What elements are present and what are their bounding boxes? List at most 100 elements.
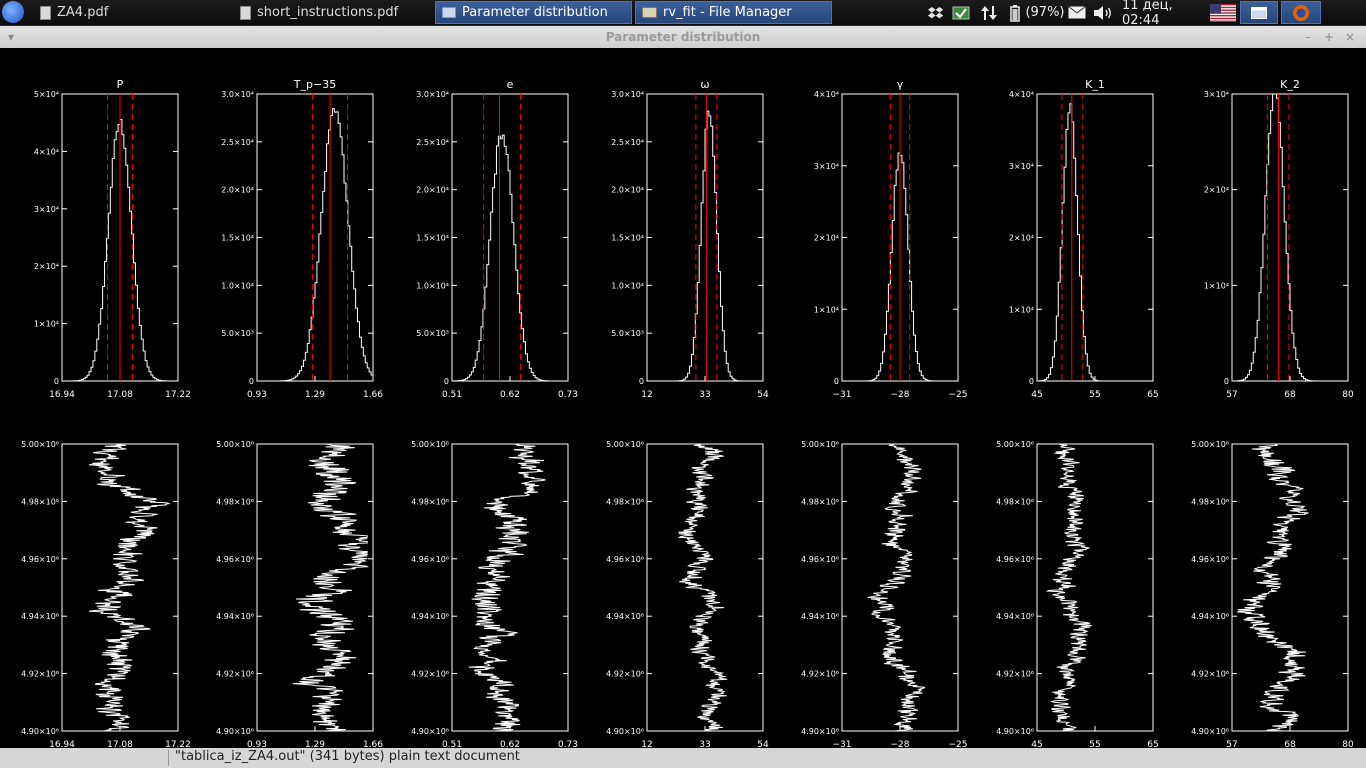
x-tick-label: 80 bbox=[1342, 390, 1354, 400]
histogram-title: P bbox=[117, 78, 124, 91]
y-tick-label: 1.0×10⁴ bbox=[221, 281, 254, 290]
window-title: Parameter distribution bbox=[605, 30, 761, 44]
mail-icon[interactable] bbox=[1066, 1, 1088, 24]
y-tick-label: 0 bbox=[444, 377, 449, 386]
trace-frame bbox=[841, 443, 959, 732]
x-tick-label: −31 bbox=[833, 390, 852, 400]
trace-x-tick-label: −28 bbox=[891, 740, 910, 748]
clock[interactable]: 11 дец, 02:44 bbox=[1122, 0, 1208, 28]
trace-x-tick-label: 0.93 bbox=[247, 740, 267, 748]
y-tick-label: 0 bbox=[1029, 377, 1034, 386]
x-tick-label: −28 bbox=[891, 390, 910, 400]
window-titlebar[interactable]: ▾ Parameter distribution – + × bbox=[0, 26, 1366, 48]
x-tick-label: 33 bbox=[699, 390, 710, 400]
trace-y-tick-label: 4.98×10⁶ bbox=[996, 497, 1034, 506]
trace-y-tick-label: 4.90×10⁶ bbox=[801, 727, 839, 736]
trace-y-tick-label: 4.90×10⁶ bbox=[606, 727, 644, 736]
trace-x-tick-label: 17.08 bbox=[107, 740, 133, 748]
update-manager-icon[interactable] bbox=[950, 1, 972, 24]
trace-x-tick-label: 33 bbox=[699, 740, 710, 748]
trace-y-tick-label: 5.00×10⁶ bbox=[216, 440, 254, 449]
y-tick-label: 0 bbox=[1224, 377, 1229, 386]
network-icon[interactable] bbox=[978, 1, 1000, 24]
histogram-title: K_1 bbox=[1085, 78, 1105, 91]
trace-y-tick-label: 4.94×10⁶ bbox=[606, 612, 644, 621]
y-tick-label: 3×10⁴ bbox=[1009, 162, 1034, 171]
start-menu-icon[interactable] bbox=[2, 1, 24, 23]
y-tick-label: 1.5×10⁴ bbox=[416, 234, 449, 243]
y-tick-label: 1.0×10⁴ bbox=[611, 281, 644, 290]
trace-y-tick-label: 4.90×10⁶ bbox=[21, 727, 59, 736]
firefox-icon[interactable] bbox=[1281, 1, 1321, 24]
window-menu-button[interactable]: ▾ bbox=[8, 26, 14, 48]
trace-y-tick-label: 4.94×10⁶ bbox=[21, 612, 59, 621]
trace-x-tick-label: 16.94 bbox=[49, 740, 75, 748]
x-tick-label: −25 bbox=[949, 390, 968, 400]
dropbox-icon[interactable] bbox=[926, 1, 946, 24]
trace-y-tick-label: 5.00×10⁶ bbox=[411, 440, 449, 449]
x-tick-label: 0.51 bbox=[442, 390, 462, 400]
trace-y-tick-label: 4.96×10⁶ bbox=[606, 555, 644, 564]
x-tick-label: 57 bbox=[1226, 390, 1237, 400]
taskbar-item-za4[interactable]: ZA4.pdf bbox=[34, 1, 230, 24]
keyboard-layout-flag-icon[interactable] bbox=[1209, 1, 1237, 24]
x-tick-label: 1.29 bbox=[305, 390, 325, 400]
y-tick-label: 4×10⁴ bbox=[1009, 90, 1034, 99]
trace-frame bbox=[256, 443, 374, 732]
x-tick-label: 54 bbox=[757, 390, 769, 400]
trace-y-tick-label: 4.94×10⁶ bbox=[1191, 612, 1229, 621]
histogram-title: γ bbox=[897, 78, 904, 91]
trace-line bbox=[292, 443, 369, 732]
plot-canvas: P 0 1×10⁴ 2×10⁴ 3×10⁴ 4×10⁴ 5×10⁴ 16.94 17.08 17.… bbox=[0, 48, 1366, 748]
show-desktop-icon[interactable] bbox=[1240, 1, 1278, 24]
maximize-button[interactable]: + bbox=[1324, 26, 1334, 48]
y-tick-label: 3.0×10⁴ bbox=[221, 90, 254, 99]
trace-line bbox=[867, 443, 926, 732]
trace-y-tick-label: 4.96×10⁶ bbox=[21, 555, 59, 564]
taskbar-item-label: ZA4.pdf bbox=[57, 5, 109, 20]
y-tick-label: 2.0×10⁴ bbox=[611, 186, 644, 195]
parameter-plots: P 0 1×10⁴ 2×10⁴ 3×10⁴ 4×10⁴ 5×10⁴ 16.94 17.08 17.… bbox=[21, 78, 1354, 748]
y-tick-label: 1×10⁴ bbox=[814, 305, 839, 314]
trace-y-tick-label: 4.98×10⁶ bbox=[216, 497, 254, 506]
y-tick-label: 3×10⁴ bbox=[814, 162, 839, 171]
histogram-line bbox=[1232, 93, 1348, 382]
y-tick-label: 2.0×10⁴ bbox=[416, 186, 449, 195]
y-tick-label: 1.0×10⁴ bbox=[416, 281, 449, 290]
y-tick-label: 1×10⁴ bbox=[1009, 305, 1034, 314]
trace-y-tick-label: 4.92×10⁶ bbox=[801, 670, 839, 679]
x-tick-label: 1.66 bbox=[363, 390, 383, 400]
y-tick-label: 2.5×10⁴ bbox=[221, 138, 254, 147]
taskbar-item-label: rv_fit - File Manager bbox=[663, 5, 792, 20]
y-tick-label: 1×10⁴ bbox=[1204, 281, 1229, 290]
y-tick-label: 2.5×10⁴ bbox=[416, 138, 449, 147]
y-tick-label: 1.5×10⁴ bbox=[611, 234, 644, 243]
volume-icon[interactable] bbox=[1092, 1, 1114, 24]
taskbar-item-file-manager[interactable]: rv_fit - File Manager bbox=[635, 1, 832, 24]
trace-y-tick-label: 5.00×10⁶ bbox=[1191, 440, 1229, 449]
histogram-line bbox=[257, 108, 373, 382]
trace-frame bbox=[646, 443, 764, 732]
trace-y-tick-label: 5.00×10⁶ bbox=[21, 440, 59, 449]
document-icon bbox=[240, 5, 251, 20]
trace-y-tick-label: 4.94×10⁶ bbox=[801, 612, 839, 621]
battery-icon[interactable] bbox=[1008, 1, 1022, 24]
close-button[interactable]: × bbox=[1345, 26, 1355, 48]
histogram-title: K_2 bbox=[1280, 78, 1300, 91]
folder-icon bbox=[642, 7, 657, 18]
trace-x-tick-label: 57 bbox=[1226, 740, 1237, 748]
trace-y-tick-label: 4.98×10⁶ bbox=[801, 497, 839, 506]
trace-x-tick-label: −31 bbox=[833, 740, 852, 748]
histogram-title: T_p−35 bbox=[293, 78, 336, 91]
x-tick-label: 17.08 bbox=[107, 390, 133, 400]
y-tick-label: 2×10⁴ bbox=[34, 262, 59, 271]
taskbar-item-label: Parameter distribution bbox=[462, 5, 608, 20]
trace-x-tick-label: 55 bbox=[1089, 740, 1100, 748]
taskbar-item-parameter-distribution[interactable]: Parameter distribution bbox=[435, 1, 632, 24]
battery-percent: (97%) bbox=[1025, 5, 1065, 20]
parameter-distribution-window: ▾ Parameter distribution – + × P 0 1×10⁴ 2×… bbox=[0, 26, 1366, 748]
minimize-button[interactable]: – bbox=[1305, 26, 1311, 48]
x-tick-label: 0.62 bbox=[500, 390, 520, 400]
trace-y-tick-label: 4.94×10⁶ bbox=[411, 612, 449, 621]
taskbar-item-short-instructions[interactable]: short_instructions.pdf bbox=[234, 1, 430, 24]
